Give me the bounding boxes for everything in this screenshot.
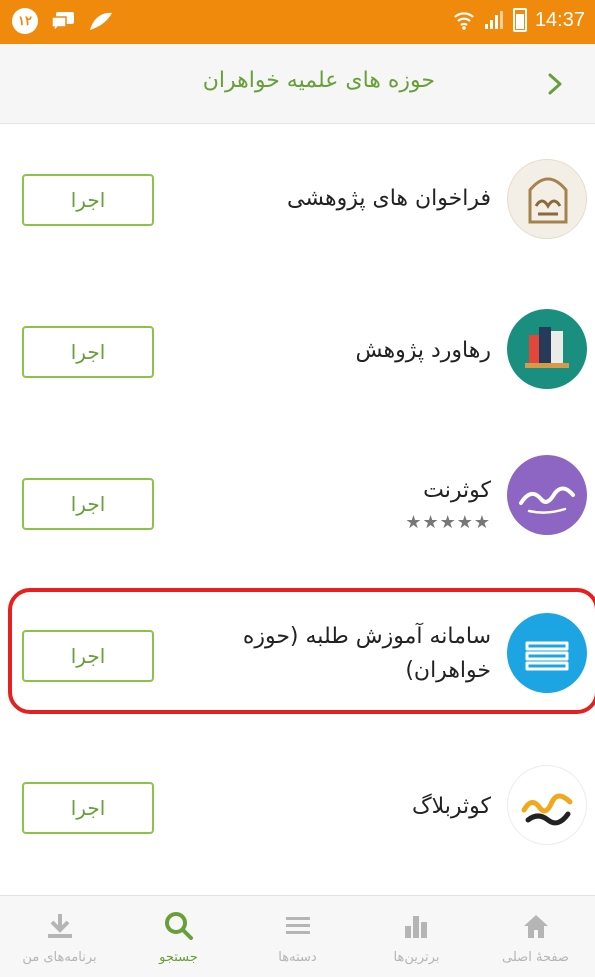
leaf-icon xyxy=(90,12,112,30)
search-icon xyxy=(164,912,193,940)
back-button[interactable] xyxy=(537,66,573,102)
app-name: کوثرنت xyxy=(423,478,491,503)
app-header: حوزه های علمیه خواهران xyxy=(0,44,595,124)
page-title: حوزه های علمیه خواهران xyxy=(202,68,435,93)
run-button[interactable]: اجرا xyxy=(22,326,154,378)
nav-top[interactable]: برترین‌ها xyxy=(357,896,476,977)
rating-stars: ★★★★★ xyxy=(405,512,491,533)
nav-label: صفحهٔ اصلی xyxy=(502,950,569,965)
run-button[interactable]: اجرا xyxy=(22,782,154,834)
books-shelf-icon xyxy=(507,309,587,389)
app-name: کوثربلاگ xyxy=(411,794,491,819)
status-notifications: ۱۲ xyxy=(12,8,114,34)
status-bar: ۱۲ 14:37 xyxy=(0,0,595,44)
clock: 14:37 xyxy=(534,8,585,31)
nav-search[interactable]: جستجو xyxy=(119,896,238,977)
chat-icon xyxy=(51,12,74,32)
list-item[interactable]: فراخوان های پژوهشی اجرا xyxy=(0,124,595,274)
nav-label: برترین‌ها xyxy=(393,950,440,965)
status-system: 14:37 xyxy=(453,8,585,32)
app-name: فراخوان های پژوهشی xyxy=(287,186,491,211)
nav-label: برنامه‌های من xyxy=(22,950,97,965)
kowsarblog-logo-icon xyxy=(507,765,587,845)
nav-label: دسته‌ها xyxy=(278,950,317,965)
signal-icon xyxy=(484,11,503,29)
download-icon xyxy=(47,914,72,938)
highlight-box xyxy=(8,588,595,714)
chevron-left-icon xyxy=(548,73,562,95)
notification-badge: ۱۲ xyxy=(12,8,38,34)
run-button[interactable]: اجرا xyxy=(22,478,154,530)
bottom-nav: برنامه‌های من جستجو دسته‌ها برترین‌ها صف… xyxy=(0,895,595,977)
nav-label: جستجو xyxy=(159,950,198,965)
nav-my-apps[interactable]: برنامه‌های من xyxy=(0,896,119,977)
nav-home[interactable]: صفحهٔ اصلی xyxy=(476,896,595,977)
kowsarnet-logo-icon xyxy=(507,455,587,535)
app-name: رهاورد پژوهش xyxy=(355,338,491,363)
battery-icon xyxy=(512,8,527,32)
list-item[interactable]: کوثرنت ★★★★★ اجرا xyxy=(0,428,595,578)
nav-categories[interactable]: دسته‌ها xyxy=(238,896,357,977)
list-item[interactable]: کوثربلاگ اجرا xyxy=(0,732,595,882)
list-icon xyxy=(285,917,310,934)
list-item[interactable]: رهاورد پژوهش اجرا xyxy=(0,276,595,426)
run-button[interactable]: اجرا xyxy=(22,174,154,226)
wifi-icon xyxy=(454,12,474,30)
farakhan-logo-icon xyxy=(507,159,587,239)
home-icon xyxy=(523,915,548,938)
bar-chart-icon xyxy=(404,916,427,938)
